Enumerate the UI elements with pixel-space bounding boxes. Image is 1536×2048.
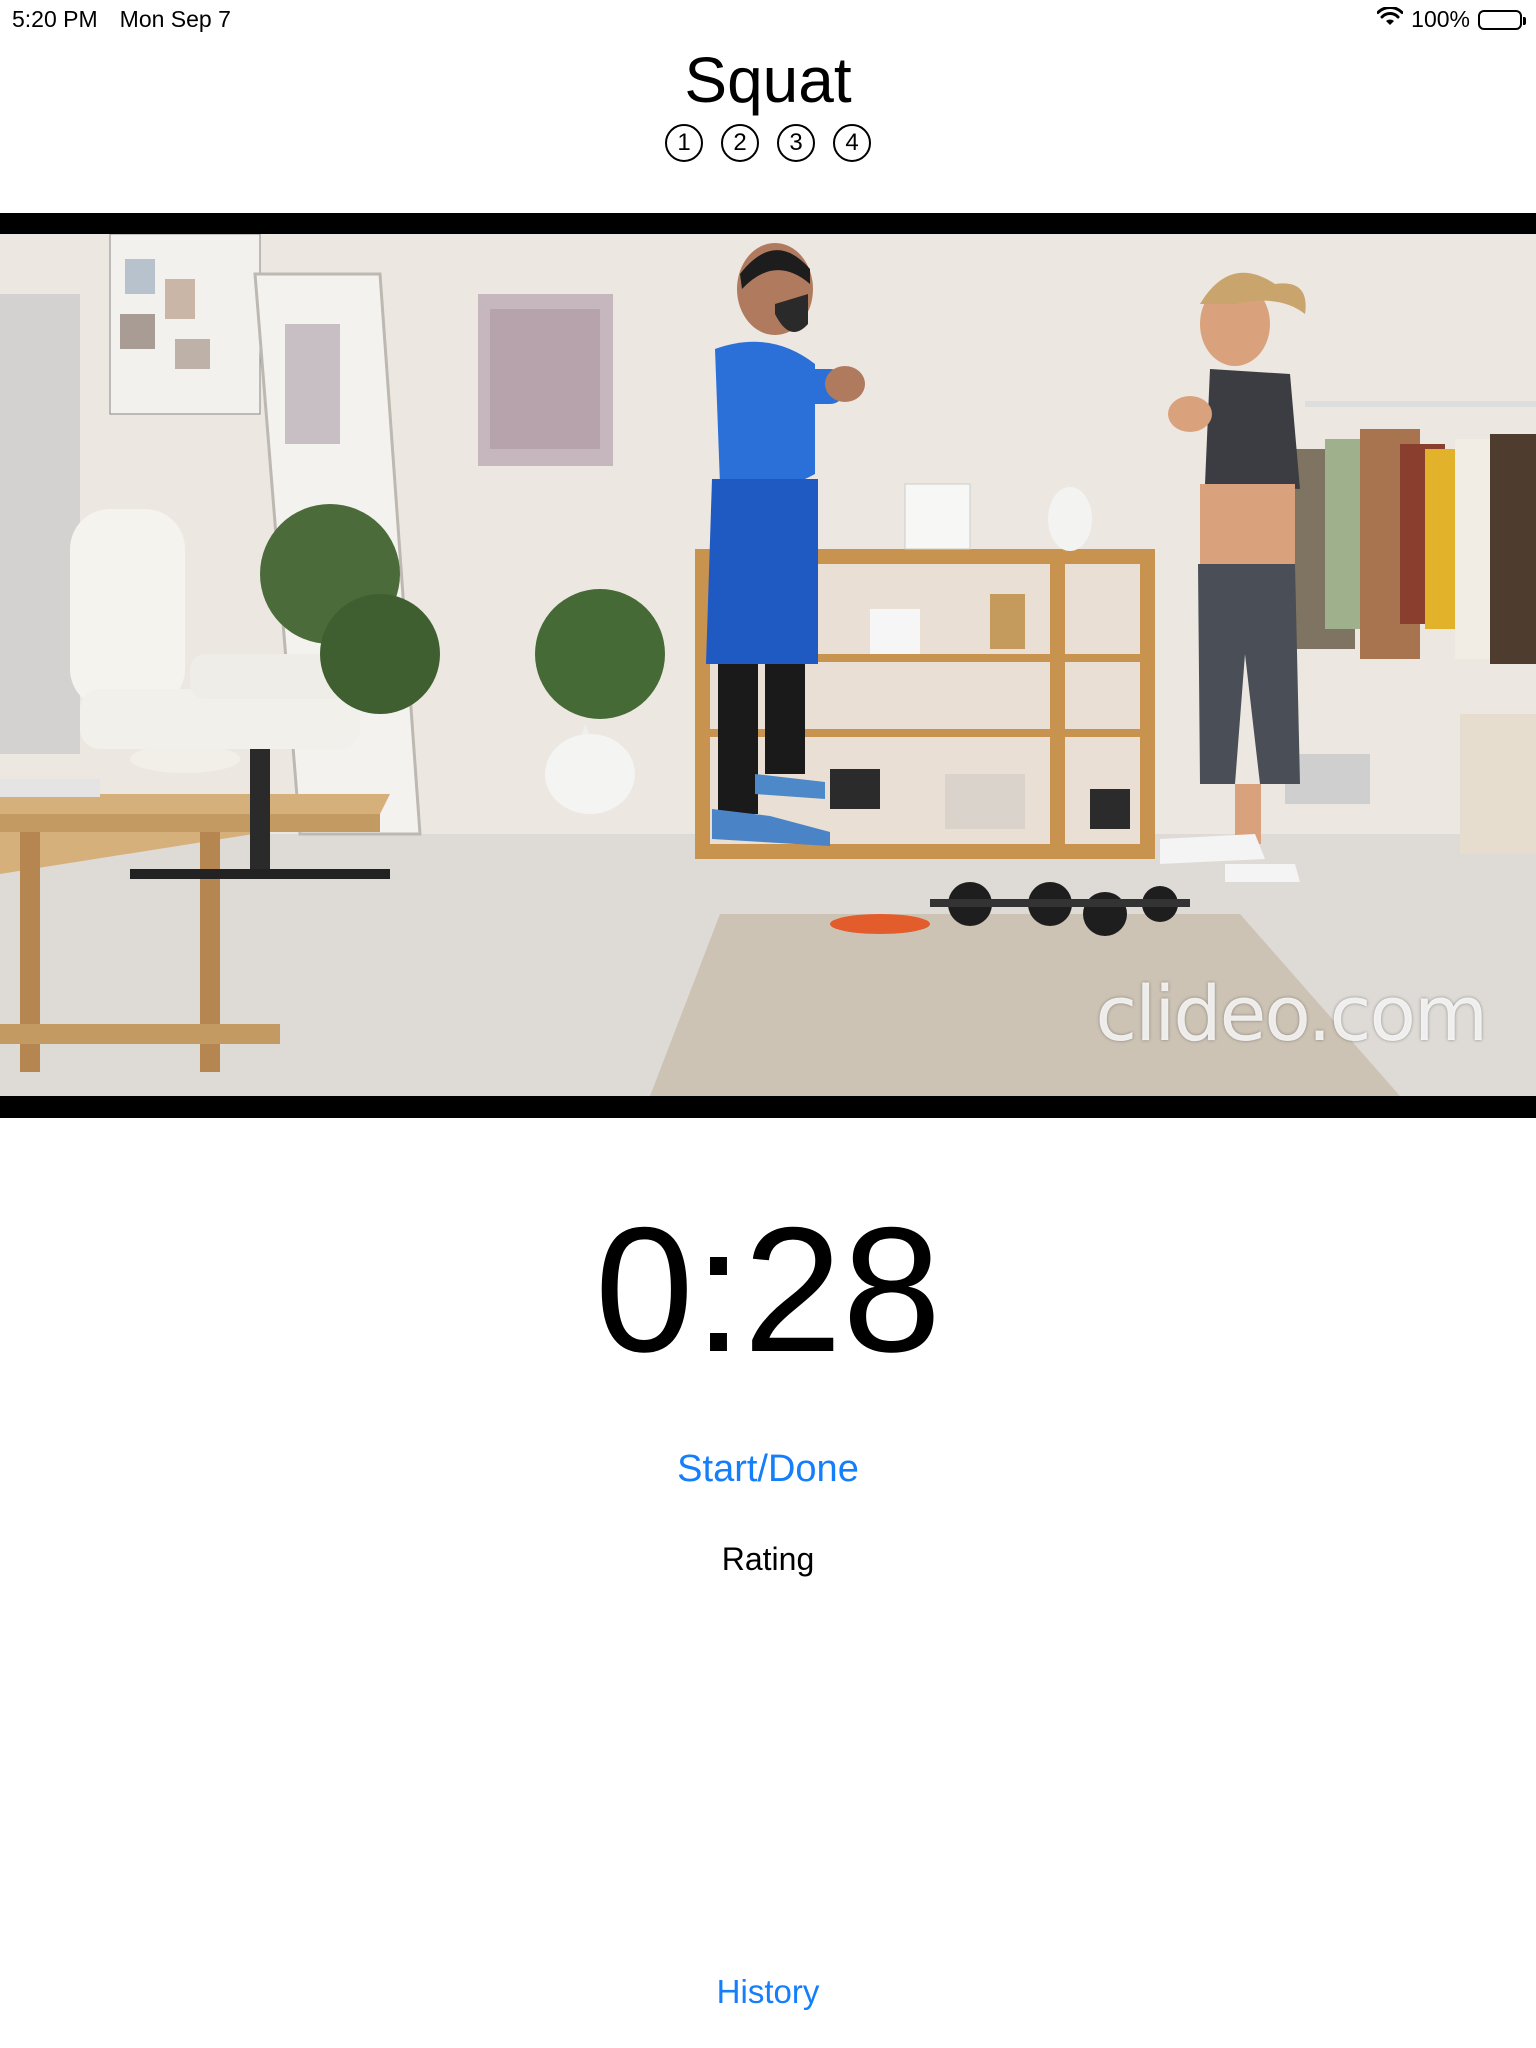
battery-percent: 100% xyxy=(1411,6,1470,32)
wifi-icon xyxy=(1376,6,1404,33)
start-done-button[interactable]: Start/Done xyxy=(0,1448,1536,1491)
exercise-title: Squat xyxy=(684,44,852,116)
step-1-indicator[interactable]: 1 xyxy=(665,124,703,162)
status-date: Mon Sep 7 xyxy=(119,6,231,32)
status-right: 100% xyxy=(1376,6,1526,33)
exercise-video[interactable]: clideo.com xyxy=(0,213,1536,1118)
step-indicators: 1 2 3 4 xyxy=(0,124,1536,162)
video-frame xyxy=(0,234,1536,1096)
timer-display: 0:28 xyxy=(594,1190,942,1389)
step-4-indicator[interactable]: 4 xyxy=(833,124,871,162)
status-left: 5:20 PM Mon Sep 7 xyxy=(12,6,231,33)
step-3-indicator[interactable]: 3 xyxy=(777,124,815,162)
step-2-indicator[interactable]: 2 xyxy=(721,124,759,162)
rating-label: Rating xyxy=(721,1541,815,1577)
history-button[interactable]: History xyxy=(0,1973,1536,2011)
status-bar: 5:20 PM Mon Sep 7 100% xyxy=(0,0,1536,40)
video-watermark: clideo.com xyxy=(1095,969,1488,1058)
battery-icon xyxy=(1478,9,1526,30)
status-time: 5:20 PM xyxy=(12,6,98,32)
